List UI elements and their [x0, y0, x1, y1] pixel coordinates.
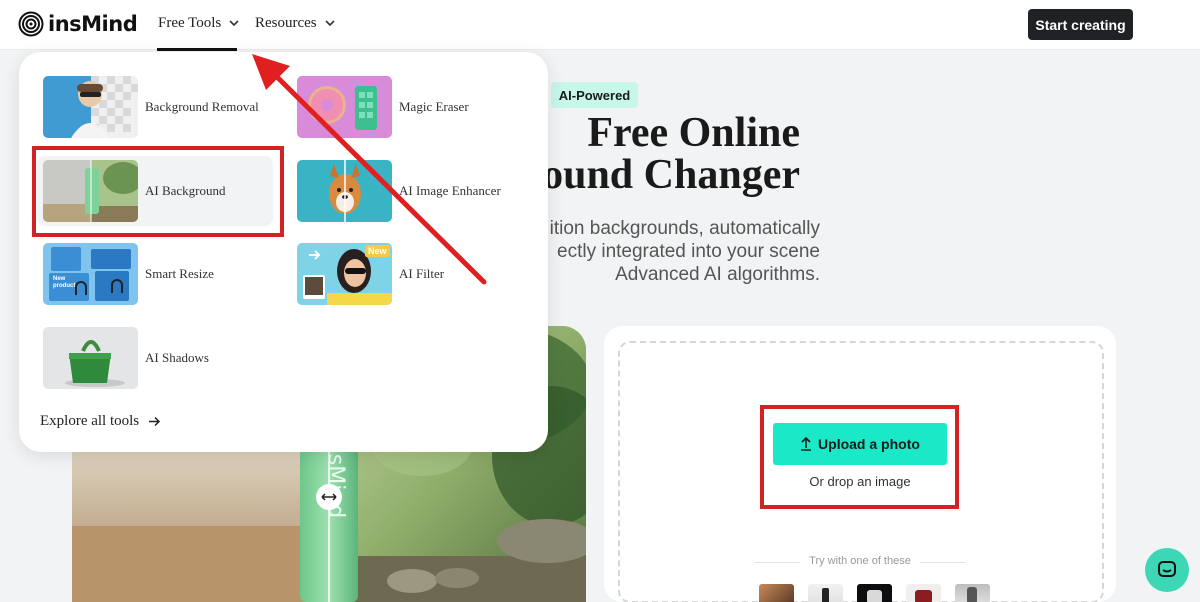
- sample-thumbnail[interactable]: [759, 584, 794, 602]
- nav-free-tools-label: Free Tools: [158, 15, 222, 31]
- ai-powered-badge: AI-Powered: [551, 82, 638, 108]
- highlight-box-ai-background: [32, 146, 284, 237]
- compare-slider-handle[interactable]: [316, 484, 342, 510]
- chat-support-button[interactable]: [1145, 548, 1189, 592]
- try-samples-row: Try with one of these: [755, 555, 965, 569]
- nav-active-underline: [157, 48, 237, 51]
- sample-thumbnail[interactable]: [906, 584, 941, 602]
- top-header: insMind Free Tools Resources Start creat…: [0, 0, 1200, 51]
- headphones-icon: [111, 279, 123, 293]
- new-product-tag: New product: [53, 276, 76, 289]
- sample-thumbnail[interactable]: [857, 584, 892, 602]
- magic-eraser-thumbnail: [297, 76, 392, 138]
- divider: [920, 562, 965, 563]
- explore-label: Explore all tools: [40, 413, 140, 429]
- logo[interactable]: insMind: [18, 11, 138, 37]
- nav-resources[interactable]: Resources: [255, 15, 335, 32]
- try-samples-label: Try with one of these: [809, 555, 911, 567]
- sample-thumbnail[interactable]: [955, 584, 990, 602]
- start-creating-button[interactable]: Start creating: [1028, 9, 1133, 40]
- headphones-icon: [75, 281, 87, 295]
- ai-image-enhancer-thumbnail: [297, 160, 392, 222]
- tool-label: Magic Eraser: [399, 99, 469, 114]
- ai-filter-thumbnail: New: [297, 243, 392, 305]
- tool-label: AI Shadows: [145, 350, 209, 365]
- chat-icon: [1158, 561, 1176, 577]
- background-removal-thumbnail: [43, 76, 138, 138]
- tool-ai-image-enhancer[interactable]: AI Image Enhancer: [297, 160, 501, 222]
- logo-text: insMind: [48, 12, 138, 36]
- tool-magic-eraser[interactable]: Magic Eraser: [297, 76, 469, 138]
- tool-background-removal[interactable]: Background Removal: [43, 76, 259, 138]
- nav-resources-label: Resources: [255, 15, 317, 31]
- new-badge: New: [365, 245, 390, 257]
- tool-label: AI Image Enhancer: [399, 183, 501, 198]
- chevron-down-icon: [229, 20, 239, 27]
- tool-label: Smart Resize: [145, 266, 214, 281]
- explore-all-tools-link[interactable]: Explore all tools: [40, 413, 161, 430]
- ai-shadows-thumbnail: [43, 327, 138, 389]
- logo-mark-icon: [18, 11, 44, 37]
- tool-label: AI Filter: [399, 266, 445, 281]
- tool-ai-filter[interactable]: New AI Filter: [297, 243, 444, 305]
- free-tools-dropdown: Background Removal Magic Eraser AI Backg…: [19, 52, 548, 452]
- sample-thumbnail[interactable]: [808, 584, 843, 602]
- resize-card: [51, 247, 81, 271]
- nav-free-tools[interactable]: Free Tools: [158, 15, 239, 32]
- highlight-box-upload: [760, 405, 959, 509]
- smart-resize-thumbnail: New product: [43, 243, 138, 305]
- tool-label: Background Removal: [145, 99, 259, 114]
- sample-thumbnails: [759, 584, 990, 602]
- tool-ai-shadows[interactable]: AI Shadows: [43, 327, 209, 389]
- arrows-left-right-icon: [321, 493, 337, 501]
- resize-card: [91, 249, 131, 269]
- tool-smart-resize[interactable]: New product Smart Resize: [43, 243, 214, 305]
- arrow-right-icon: [149, 416, 161, 427]
- chevron-down-icon: [325, 20, 335, 27]
